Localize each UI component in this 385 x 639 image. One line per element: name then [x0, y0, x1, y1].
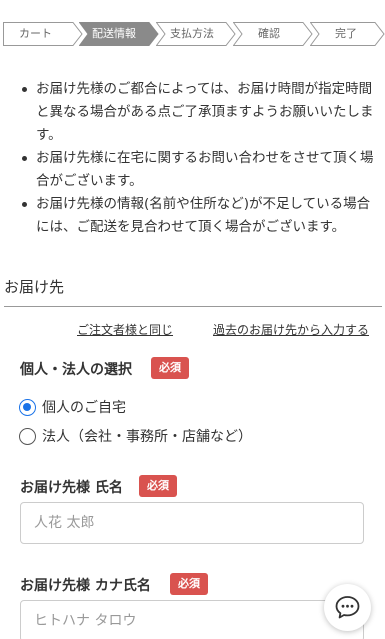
notice-text: お届け先様に在宅に関するお問い合わせをさせて頂く場合がございます。: [36, 150, 374, 189]
step-label: 確認: [258, 27, 280, 40]
step-label: 配送情報: [92, 27, 136, 40]
bullet-icon: [22, 87, 27, 92]
step-label: 完了: [335, 27, 357, 40]
kana-name-input[interactable]: [20, 600, 364, 639]
notice-item: お届け先様の情報(名前や住所など)が不足している場合には、ご配送を見合わせて頂く…: [20, 193, 382, 239]
radio-button-checked[interactable]: [19, 398, 36, 416]
notice-text: お届け先様のご都合によっては、お届け時間が指定時間と異なる場合がある点ご了承頂ま…: [36, 81, 374, 143]
chat-button[interactable]: [324, 584, 371, 631]
past-address-link[interactable]: 過去のお届け先から入力する: [213, 321, 369, 338]
required-badge: 必須: [170, 573, 208, 595]
bullet-icon: [22, 202, 27, 207]
type-select-label: 個人・法人の選択: [20, 362, 132, 378]
step-shipping-info: 配送情報: [79, 22, 159, 46]
notice-item: お届け先様のご都合によっては、お届け時間が指定時間と異なる場合がある点ご了承頂ま…: [20, 78, 382, 147]
notice-text: お届け先様の情報(名前や住所など)が不足している場合には、ご配送を見合わせて頂く…: [36, 196, 371, 235]
radio-label: 個人のご自宅: [42, 400, 126, 416]
same-as-orderer-link[interactable]: ご注文者様と同じ: [77, 321, 173, 338]
notice-list: お届け先様のご都合によっては、お届け時間が指定時間と異なる場合がある点ご了承頂ま…: [20, 78, 382, 239]
section-title: お届け先: [4, 278, 65, 296]
section-divider: [4, 306, 382, 307]
step-payment: 支払方法: [156, 22, 236, 46]
step-cart: カート: [3, 22, 83, 46]
checkout-steps: カート 配送情報 支払方法 確認 完了: [3, 22, 385, 46]
required-badge: 必須: [151, 357, 189, 379]
step-label: カート: [19, 27, 52, 40]
bullet-icon: [22, 156, 27, 161]
kana-name-label: お届け先様 カナ氏名: [20, 578, 151, 594]
radio-corporate[interactable]: 法人（会社・事務所・店舗など）: [19, 426, 252, 446]
radio-individual[interactable]: 個人のご自宅: [19, 397, 126, 417]
radio-button[interactable]: [19, 427, 36, 445]
chat-bubble-icon: [335, 596, 360, 619]
step-complete: 完了: [310, 22, 385, 46]
step-confirm: 確認: [233, 22, 313, 46]
step-label: 支払方法: [170, 27, 214, 40]
required-badge: 必須: [139, 475, 177, 497]
notice-item: お届け先様に在宅に関するお問い合わせをさせて頂く場合がございます。: [20, 147, 382, 193]
name-input[interactable]: [20, 502, 364, 544]
name-label: お届け先様 氏名: [20, 480, 123, 496]
radio-label: 法人（会社・事務所・店舗など）: [42, 429, 252, 445]
